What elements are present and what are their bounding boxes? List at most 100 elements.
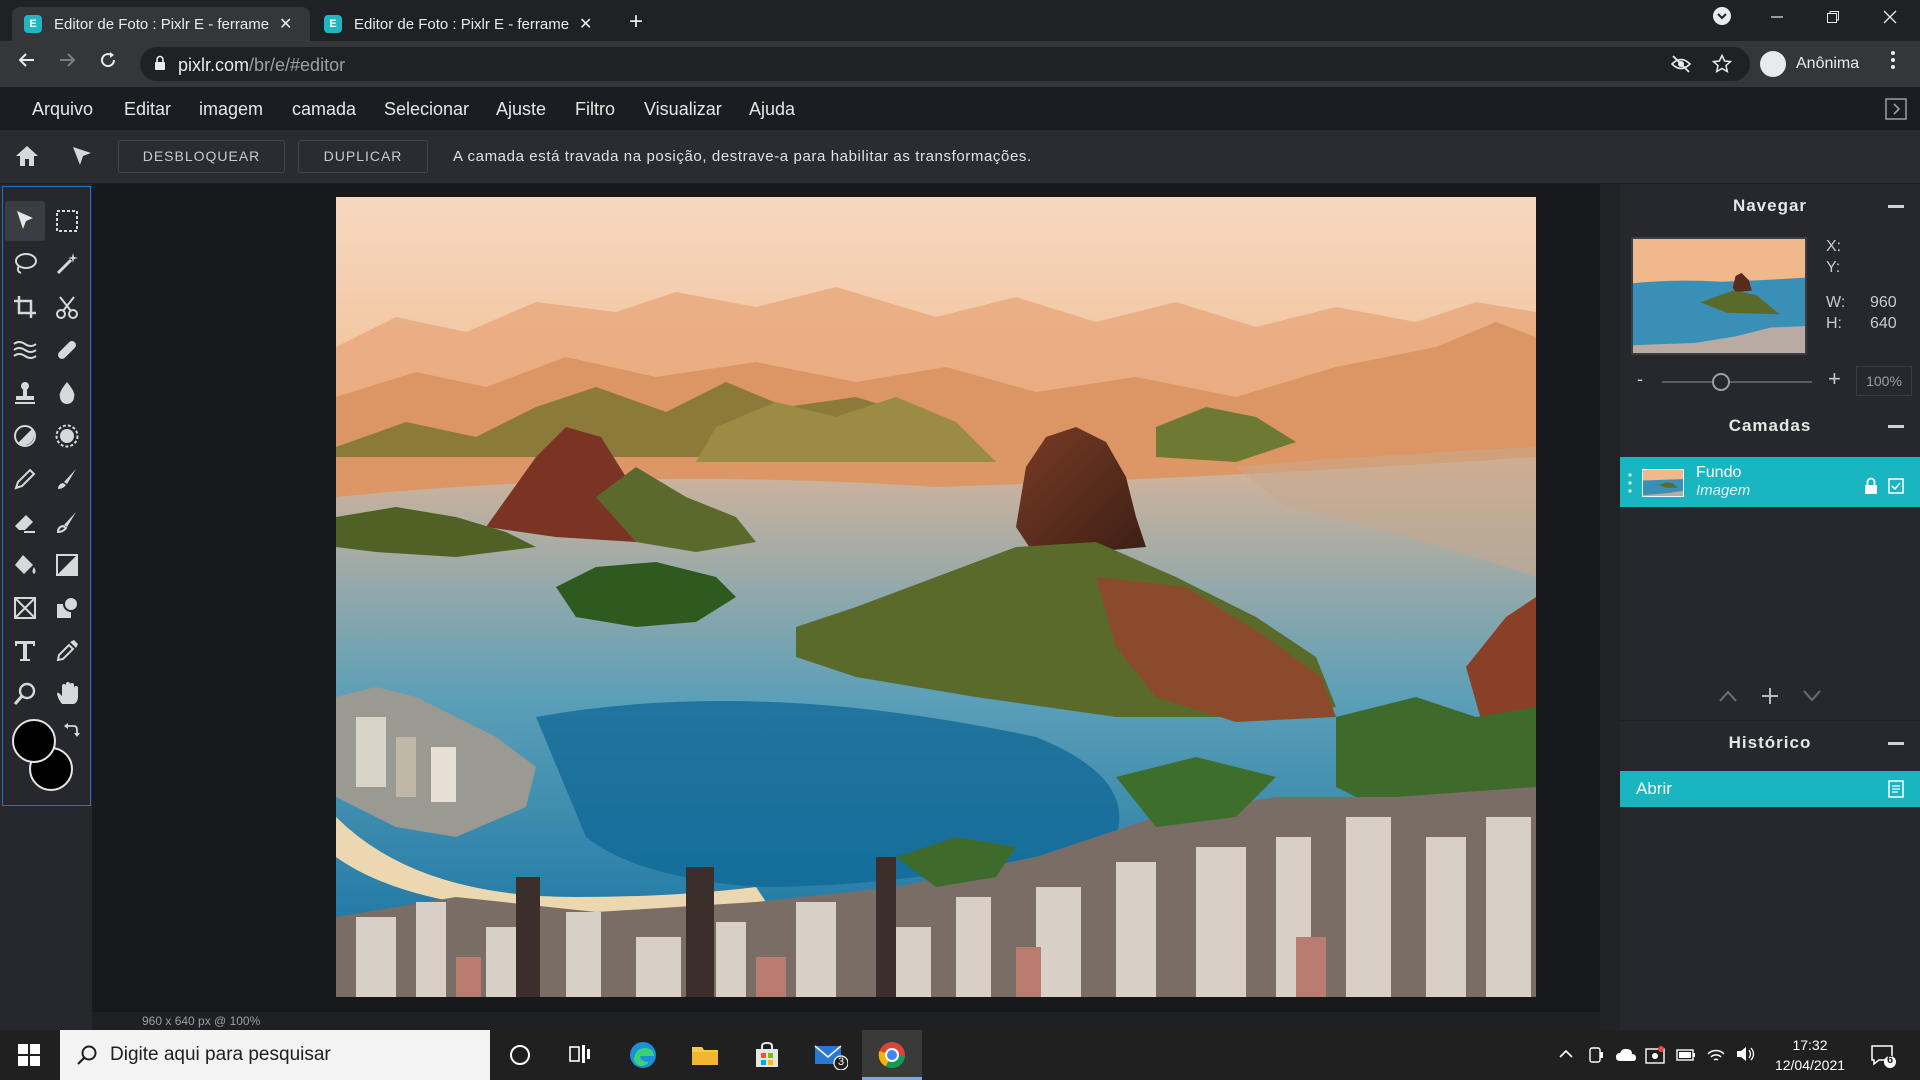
home-icon[interactable] [14, 144, 40, 173]
move-layer-up-icon[interactable] [1718, 689, 1738, 708]
new-tab-button[interactable]: + [622, 8, 650, 36]
eraser-tool-button[interactable] [5, 502, 45, 542]
tab-search-icon[interactable] [1700, 6, 1744, 34]
menu-imagem[interactable]: imagem [199, 99, 263, 120]
menu-arquivo[interactable]: Arquivo [32, 99, 93, 120]
shape-tool-button[interactable] [47, 588, 87, 628]
gradient-tool-button[interactable] [47, 545, 87, 585]
task-view-icon[interactable] [565, 1040, 595, 1070]
duplicate-button[interactable]: DUPLICAR [298, 140, 428, 173]
navigator-w-value: 960 [1870, 294, 1897, 311]
battery-icon[interactable] [1676, 1048, 1696, 1067]
frame-tool-button[interactable] [5, 588, 45, 628]
cutout-tool-button[interactable] [47, 287, 87, 327]
close-tab-icon[interactable]: ✕ [279, 14, 292, 34]
document-icon [1888, 780, 1904, 803]
clone-stamp-tool-button[interactable] [5, 373, 45, 413]
browser-menu-icon[interactable] [1878, 49, 1908, 79]
heal-tool-button[interactable] [47, 330, 87, 370]
color-picker-tool-button[interactable] [47, 631, 87, 671]
wifi-icon[interactable] [1706, 1045, 1726, 1068]
restore-window-icon[interactable] [1811, 6, 1855, 34]
blur-tool-button[interactable] [47, 373, 87, 413]
collapse-history-icon[interactable] [1888, 742, 1904, 745]
menu-ajuda[interactable]: Ajuda [749, 99, 795, 120]
eye-off-icon[interactable] [1670, 54, 1692, 79]
fill-tool-button[interactable] [5, 545, 45, 585]
crop-tool-button[interactable] [5, 287, 45, 327]
lock-icon[interactable] [154, 55, 166, 71]
show-hidden-icons-chevron-icon[interactable] [1558, 1046, 1574, 1067]
brush-tool-button[interactable] [47, 459, 87, 499]
layer-row-fundo[interactable]: Fundo Imagem [1620, 457, 1920, 507]
magic-wand-tool-button[interactable] [47, 244, 87, 284]
zoom-slider-handle[interactable] [1712, 373, 1730, 391]
close-tab-icon[interactable]: ✕ [579, 14, 592, 34]
taskbar-search-box[interactable]: Digite aqui para pesquisar [60, 1030, 490, 1080]
edge-browser-icon[interactable] [628, 1040, 658, 1070]
security-app-icon[interactable] [1645, 1045, 1665, 1070]
forward-arrow-icon[interactable] [52, 49, 82, 79]
hand-icon [57, 682, 78, 704]
minimize-window-icon[interactable] [1755, 6, 1799, 34]
incognito-profile-button[interactable]: Anônima [1756, 47, 1869, 81]
address-bar[interactable]: pixlr.com/br/e/#editor [140, 47, 1750, 81]
collapse-layers-icon[interactable] [1888, 425, 1904, 428]
dodge-burn-tool-button[interactable] [5, 416, 45, 456]
taskbar-clock[interactable]: 17:32 12/04/2021 [1765, 1035, 1855, 1075]
stamp-icon [15, 382, 35, 404]
onedrive-cloud-icon[interactable] [1615, 1047, 1637, 1068]
menu-selecionar[interactable]: Selecionar [384, 99, 469, 120]
close-window-icon[interactable] [1868, 6, 1912, 34]
zoom-tool-button[interactable] [5, 674, 45, 714]
arrange-tool-icon[interactable] [70, 144, 94, 173]
hand-tool-button[interactable] [47, 674, 87, 714]
browser-tab-1[interactable]: E Editor de Foto : Pixlr E - ferramenta … [12, 7, 310, 41]
pencil-tool-button[interactable] [5, 459, 45, 499]
file-explorer-icon[interactable] [690, 1040, 720, 1070]
history-item-abrir[interactable]: Abrir [1620, 771, 1920, 807]
foreground-color-swatch[interactable] [12, 719, 56, 763]
zoom-out-button[interactable]: - [1637, 369, 1643, 390]
color-replace-tool-button[interactable] [47, 502, 87, 542]
zoom-value-field[interactable]: 100% [1856, 366, 1912, 396]
move-layer-down-icon[interactable] [1802, 689, 1822, 708]
layer-drag-handle-icon[interactable] [1628, 473, 1632, 498]
zoom-slider-track[interactable] [1662, 381, 1812, 383]
menu-visualizar[interactable]: Visualizar [644, 99, 722, 120]
layer-lock-icon[interactable] [1864, 477, 1878, 500]
back-arrow-icon[interactable] [12, 49, 42, 79]
volume-icon[interactable] [1735, 1045, 1755, 1068]
incognito-icon [1760, 51, 1786, 77]
zoom-in-button[interactable]: + [1828, 366, 1841, 392]
toggle-panel-icon[interactable] [1885, 98, 1907, 125]
browser-tab-2[interactable]: E Editor de Foto : Pixlr E - ferramenta … [312, 7, 610, 41]
chrome-taskbar-button[interactable] [862, 1030, 922, 1080]
menu-camada[interactable]: camada [292, 99, 356, 120]
collapse-navigator-icon[interactable] [1888, 205, 1904, 208]
device-icon[interactable] [1588, 1046, 1604, 1069]
marquee-tool-button[interactable] [47, 201, 87, 241]
cortana-icon[interactable] [505, 1040, 535, 1070]
windows-start-icon[interactable] [18, 1044, 40, 1071]
menu-editar[interactable]: Editar [124, 99, 171, 120]
arrange-tool-button[interactable] [5, 201, 45, 241]
sponge-tool-button[interactable] [47, 416, 87, 456]
unlock-button[interactable]: DESBLOQUEAR [118, 140, 285, 173]
text-tool-button[interactable] [5, 631, 45, 671]
liquify-tool-button[interactable] [5, 330, 45, 370]
bookmark-star-icon[interactable] [1711, 53, 1733, 79]
reload-icon[interactable] [93, 49, 123, 79]
lasso-tool-button[interactable] [5, 244, 45, 284]
microsoft-store-icon[interactable] [752, 1040, 782, 1070]
image-canvas[interactable] [336, 197, 1536, 997]
mail-icon[interactable]: 3 [814, 1040, 849, 1071]
add-layer-icon[interactable] [1760, 686, 1780, 711]
navigator-thumbnail[interactable] [1631, 237, 1807, 355]
pixlr-favicon-icon: E [24, 15, 42, 33]
menu-ajuste[interactable]: Ajuste [496, 99, 546, 120]
layer-visibility-checkbox[interactable] [1888, 478, 1904, 499]
swap-colors-icon[interactable] [62, 721, 80, 739]
menu-filtro[interactable]: Filtro [575, 99, 615, 120]
notification-center-icon[interactable]: 6 [1870, 1043, 1896, 1074]
